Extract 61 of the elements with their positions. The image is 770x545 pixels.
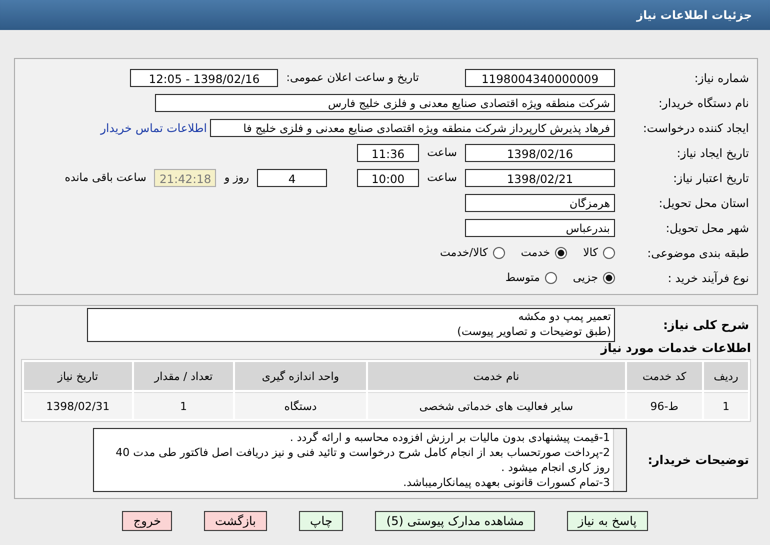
field-label: تاریخ ایجاد نیاز: — [676, 146, 750, 160]
field-label: نوع فرآیند خرید : — [666, 270, 750, 284]
radio-button[interactable] — [603, 246, 615, 258]
field-label: ساعت — [427, 146, 457, 159]
column-header: نام خدمت — [368, 362, 625, 390]
table-cell: 1 — [134, 392, 234, 419]
field-label: توضیحات خریدار: — [646, 453, 750, 467]
radio-button[interactable] — [603, 272, 615, 284]
summary-field: تعمیر پمپ دو مکشه (طبق توضیحات و تصاویر پیوست) — [87, 308, 615, 342]
radio-label: کالا/خدمت — [440, 246, 488, 259]
section-title: اطلاعات خدمات مورد نیاز — [599, 341, 751, 355]
buyer-contact-link[interactable]: اطلاعات تماس خریدار — [100, 120, 207, 134]
action-button[interactable]: خروج — [122, 511, 172, 531]
action-button[interactable]: مشاهده مدارک پیوستی (5) — [375, 511, 535, 531]
field-label: استان محل تحویل: — [658, 196, 750, 210]
time-field: 11:36 — [357, 144, 420, 162]
column-header: کد خدمت — [626, 362, 702, 390]
field-label: نام دستگاه خریدار: — [657, 96, 750, 110]
creator-field: فرهاد پذیرش کارپرداز شرکت منطقه ویژه اقتصادی صنایع معدنی و فلزی خلیج فا — [210, 118, 615, 136]
days-field: 4 — [257, 168, 328, 186]
date-field: 1398/02/21 — [465, 168, 615, 186]
table-cell: 1 — [704, 392, 748, 419]
header-title: جزئیات اطلاعات نیاز — [636, 8, 752, 22]
need-number-field: 1198004340000009 — [465, 68, 615, 86]
field-label: شرح کلی نیاز: — [662, 318, 750, 332]
action-button[interactable]: بازگشت — [204, 511, 267, 531]
radio-button[interactable] — [492, 246, 505, 258]
buyer-field: شرکت منطقه ویژه اقتصادی صنایع معدنی و فلزی خلیج فارس — [155, 94, 615, 112]
column-header: تاریخ نیاز — [24, 362, 132, 390]
table-cell: سایر فعالیت های خدماتی شخصی — [368, 392, 625, 419]
field-label: طبقه بندی موضوعی: — [646, 246, 750, 260]
date-field: 1398/02/16 — [465, 144, 615, 162]
table-cell: ط-96 — [626, 392, 702, 419]
radio-label: کالا — [583, 246, 598, 259]
field-label: روز و — [224, 171, 250, 184]
radio-label: متوسط — [505, 271, 540, 284]
column-header: ردیف — [704, 362, 748, 390]
column-header: تعداد / مقدار — [134, 362, 234, 390]
action-button[interactable]: چاپ — [299, 511, 344, 531]
remaining-time-field: 21:42:18 — [154, 168, 216, 186]
field-label: تاریخ و ساعت اعلان عمومی: — [286, 71, 419, 84]
field-label: شهر محل تحویل: — [664, 220, 750, 234]
radio-label: جزیی — [572, 271, 598, 284]
field-label: شماره نیاز: — [693, 70, 750, 84]
radio-button[interactable] — [555, 246, 568, 258]
announce-date-field: 1398/02/16 - 12:05 — [130, 68, 278, 86]
field-label: ساعت باقی مانده — [64, 171, 146, 184]
time-field: 10:00 — [357, 168, 420, 186]
field-label: ساعت — [427, 171, 457, 184]
table-cell: 1398/02/31 — [24, 392, 132, 419]
scrollbar[interactable] — [613, 429, 626, 491]
province-field: هرمزگان — [465, 194, 615, 212]
buyer-notes-field: 1-قیمت پیشنهادی بدون مالیات بر ارزش افزوده محاسبه و ارائه گردد . 2-پرداخت صورتحساب بعد از انجام کامل شرح درخواست و تائید فنی و نیز دریافت اصل فاکتور طی مدت 40 روز کاری انجام میشود . 3-تمام کسورات قانونی بعهده پیمانکارمیباشد. — [93, 428, 627, 492]
column-header: واحد اندازه گیری — [235, 362, 366, 390]
table-cell: دستگاه — [235, 392, 366, 419]
field-label: تاریخ اعتبار نیاز: — [672, 170, 750, 184]
city-field: بندرعباس — [465, 218, 615, 236]
radio-label: خدمت — [520, 246, 550, 259]
field-label: ایجاد کننده درخواست: — [642, 120, 750, 134]
radio-button[interactable] — [544, 272, 557, 284]
action-button[interactable]: پاسخ به نیاز — [566, 511, 648, 531]
